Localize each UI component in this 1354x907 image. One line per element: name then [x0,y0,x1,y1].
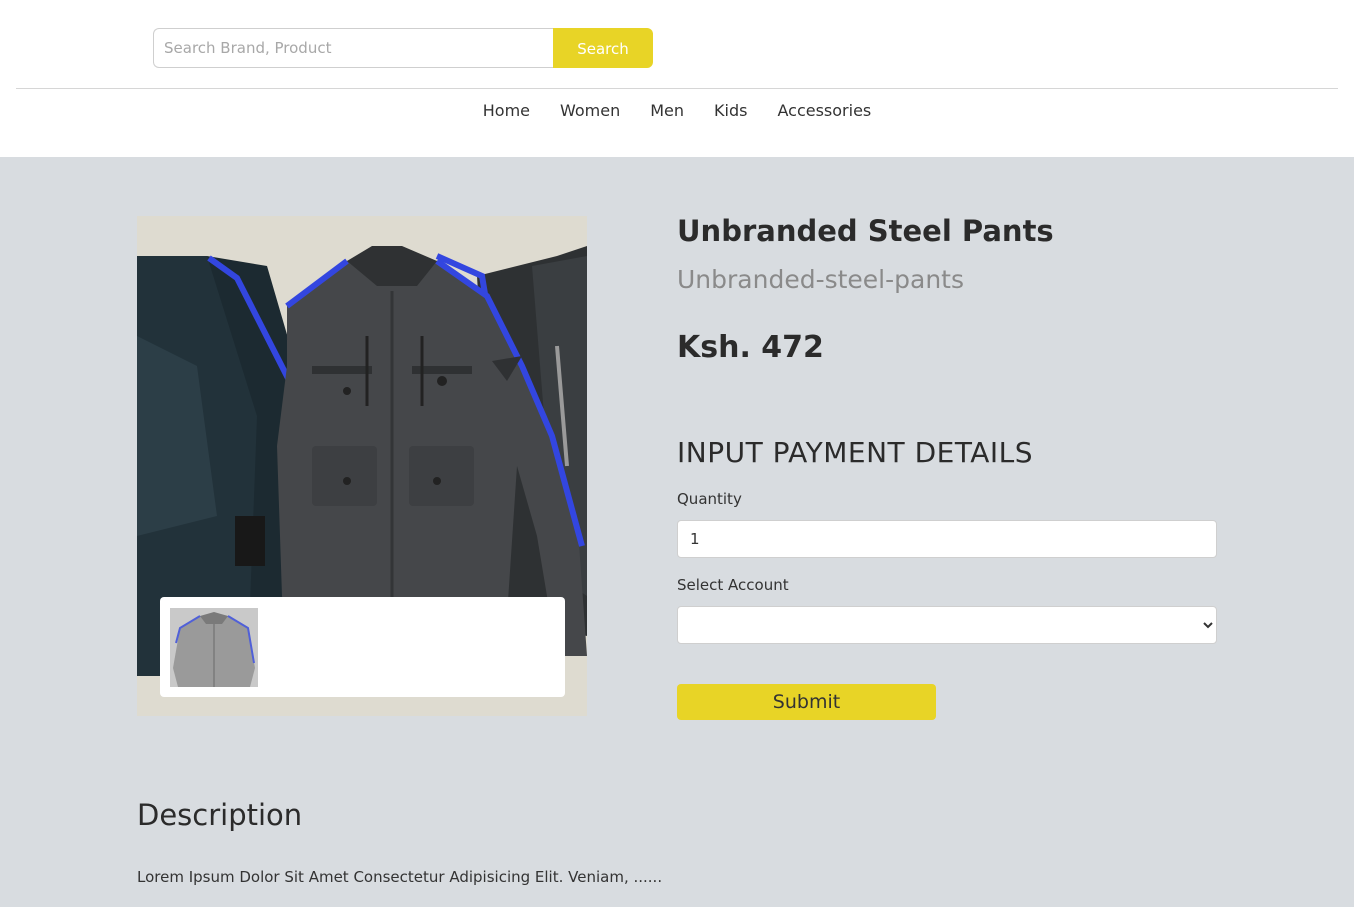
description-heading: Description [137,798,303,832]
thumbnail-image[interactable] [170,608,258,687]
product-title: Unbranded Steel Pants [677,214,1054,248]
payment-heading: INPUT PAYMENT DETAILS [677,436,1034,469]
search-bar: Search [153,28,653,68]
account-select[interactable] [677,606,1217,644]
product-price: Ksh. 472 [677,330,824,365]
nav-kids[interactable]: Kids [714,100,747,122]
top-header: Search Home Women Men Kids Accessories [0,0,1354,157]
nav-accessories[interactable]: Accessories [777,100,871,122]
nav-women[interactable]: Women [560,100,620,122]
header-divider [16,88,1338,89]
thumbnail-strip [160,597,565,697]
account-label: Select Account [677,576,789,594]
quantity-label: Quantity [677,490,742,508]
submit-button[interactable]: Submit [677,684,936,720]
product-main-image [137,216,587,716]
jacket-thumbnail [170,608,258,687]
nav-home[interactable]: Home [483,100,530,122]
quantity-input[interactable] [677,520,1217,558]
description-text: Lorem Ipsum Dolor Sit Amet Consectetur A… [137,868,663,886]
search-input[interactable] [153,28,553,68]
nav-men[interactable]: Men [650,100,684,122]
search-button[interactable]: Search [553,28,653,68]
main-nav: Home Women Men Kids Accessories [0,100,1354,122]
product-slug: Unbranded-steel-pants [677,265,965,294]
